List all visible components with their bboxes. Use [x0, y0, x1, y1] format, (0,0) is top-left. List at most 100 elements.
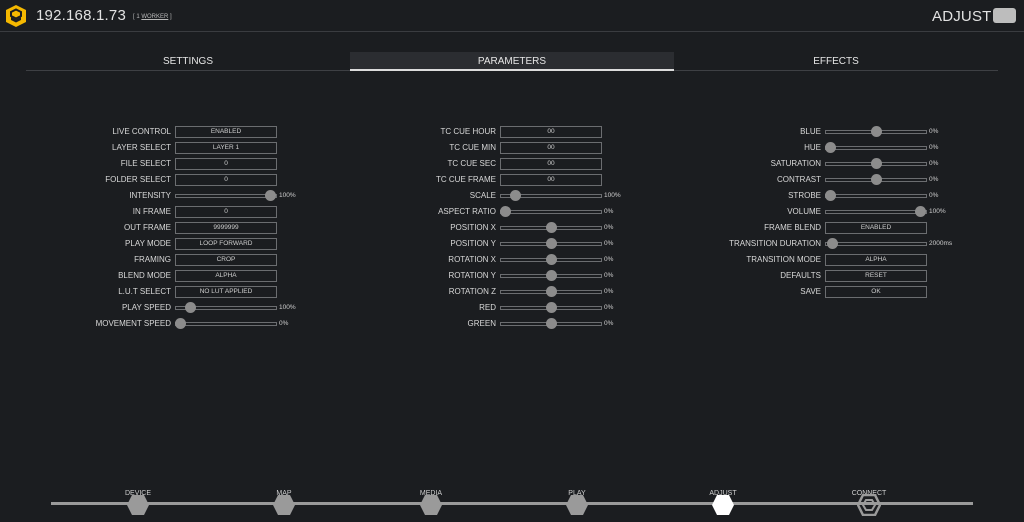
device-hex-icon[interactable]: [126, 494, 150, 516]
transition-duration-label-wrap: TRANSITION DURATION: [661, 238, 821, 250]
play-mode-field[interactable]: LOOP FORWARD: [175, 238, 277, 250]
hue-slider-track[interactable]: [825, 146, 927, 150]
transition-mode-field[interactable]: ALPHA: [825, 254, 927, 266]
layer-select-label: LAYER SELECT: [112, 143, 171, 152]
play-speed-slider-handle[interactable]: [184, 302, 196, 313]
worker-count: [ 1 WORKER ]: [133, 14, 172, 20]
green-slider-handle[interactable]: [545, 318, 557, 329]
worker-link[interactable]: WORKER: [141, 14, 168, 20]
strobe-value: 0%: [929, 192, 939, 199]
live-control-label-wrap: LIVE CONTROL: [11, 126, 171, 138]
tc-cue-frame-field[interactable]: 00: [500, 174, 602, 186]
movement-speed-slider[interactable]: [174, 318, 277, 330]
movement-speed-slider-handle[interactable]: [174, 318, 186, 329]
in-frame-field[interactable]: 0: [175, 206, 277, 218]
position-x-value: 0%: [604, 224, 614, 231]
position-x-slider-handle[interactable]: [545, 222, 557, 233]
tc-cue-frame-label: TC CUE FRAME: [436, 175, 496, 184]
contrast-slider[interactable]: [825, 174, 927, 186]
transition-duration-slider-handle[interactable]: [826, 238, 838, 249]
tab-parameters[interactable]: PARAMETERS: [350, 52, 674, 71]
tab-effects[interactable]: EFFECTS: [674, 52, 998, 71]
file-select-field[interactable]: 0: [175, 158, 277, 170]
saturation-slider-handle[interactable]: [870, 158, 882, 169]
save-field[interactable]: OK: [825, 286, 927, 298]
position-y-value: 0%: [604, 240, 614, 247]
out-frame-label: OUT FRAME: [124, 223, 171, 232]
intensity-slider-track[interactable]: [175, 194, 277, 198]
tc-cue-frame-label-wrap: TC CUE FRAME: [336, 174, 496, 186]
scale-slider[interactable]: [500, 190, 602, 202]
frame-blend-field[interactable]: ENABLED: [825, 222, 927, 234]
hue-slider-handle[interactable]: [824, 142, 836, 153]
red-slider-handle[interactable]: [545, 302, 557, 313]
rotation-y-value: 0%: [604, 272, 614, 279]
shield-logo-icon[interactable]: [4, 4, 28, 28]
volume-slider-handle[interactable]: [915, 206, 927, 217]
contrast-label-wrap: CONTRAST: [661, 174, 821, 186]
scale-value: 100%: [604, 192, 621, 199]
media-hex-icon[interactable]: [419, 494, 443, 516]
transition-duration-slider[interactable]: [825, 238, 927, 250]
out-frame-field[interactable]: 9999999: [175, 222, 277, 234]
play-hex-icon[interactable]: [565, 494, 589, 516]
blend-mode-field[interactable]: ALPHA: [175, 270, 277, 282]
hue-slider[interactable]: [824, 142, 927, 154]
rotation-x-slider[interactable]: [500, 254, 602, 266]
contrast-slider-handle[interactable]: [870, 174, 882, 185]
aspect-ratio-slider[interactable]: [499, 206, 602, 218]
play-speed-slider[interactable]: [175, 302, 277, 314]
folder-select-field[interactable]: 0: [175, 174, 277, 186]
rotation-y-slider-handle[interactable]: [545, 270, 557, 281]
l-u-t-select-field[interactable]: NO LUT APPLIED: [175, 286, 277, 298]
connect-hex-icon[interactable]: [857, 494, 881, 516]
position-x-slider[interactable]: [500, 222, 602, 234]
red-slider[interactable]: [500, 302, 602, 314]
top-bar: 192.168.1.73 [ 1 WORKER ] ADJUST: [0, 0, 1024, 32]
rotation-x-slider-handle[interactable]: [545, 254, 557, 265]
blue-slider-handle[interactable]: [870, 126, 882, 137]
position-y-slider-handle[interactable]: [545, 238, 557, 249]
strobe-slider-handle[interactable]: [824, 190, 836, 201]
rotation-y-slider[interactable]: [500, 270, 602, 282]
rotation-z-slider[interactable]: [500, 286, 602, 298]
aspect-ratio-slider-track[interactable]: [500, 210, 602, 214]
volume-slider-track[interactable]: [825, 210, 927, 214]
live-control-field[interactable]: ENABLED: [175, 126, 277, 138]
transition-duration-label: TRANSITION DURATION: [729, 239, 821, 248]
framing-label-wrap: FRAMING: [11, 254, 171, 266]
framing-field[interactable]: CROP: [175, 254, 277, 266]
strobe-slider-track[interactable]: [825, 194, 927, 198]
strobe-slider[interactable]: [824, 190, 927, 202]
green-slider[interactable]: [500, 318, 602, 330]
saturation-slider[interactable]: [825, 158, 927, 170]
tc-cue-hour-field[interactable]: 00: [500, 126, 602, 138]
green-label: GREEN: [467, 319, 496, 328]
menu-toggle-icon[interactable]: [993, 8, 1016, 23]
transition-mode-label: TRANSITION MODE: [746, 255, 821, 264]
rotation-x-label: ROTATION X: [448, 255, 496, 264]
tc-cue-sec-field[interactable]: 00: [500, 158, 602, 170]
tab-settings[interactable]: SETTINGS: [26, 52, 350, 71]
defaults-label: DEFAULTS: [780, 271, 821, 280]
aspect-ratio-slider-handle[interactable]: [499, 206, 511, 217]
blend-mode-label-wrap: BLEND MODE: [11, 270, 171, 282]
volume-slider[interactable]: [825, 206, 927, 218]
intensity-slider-handle[interactable]: [265, 190, 277, 201]
intensity-slider[interactable]: [175, 190, 277, 202]
defaults-field[interactable]: RESET: [825, 270, 927, 282]
movement-speed-value: 0%: [279, 320, 289, 327]
movement-speed-slider-track[interactable]: [175, 322, 277, 326]
position-y-slider[interactable]: [500, 238, 602, 250]
blue-slider[interactable]: [825, 126, 927, 138]
map-hex-icon[interactable]: [272, 494, 296, 516]
defaults-label-wrap: DEFAULTS: [661, 270, 821, 282]
tc-cue-min-field[interactable]: 00: [500, 142, 602, 154]
rotation-z-slider-handle[interactable]: [545, 286, 557, 297]
strobe-label-wrap: STROBE: [661, 190, 821, 202]
scale-slider-handle[interactable]: [509, 190, 521, 201]
transition-duration-slider-track[interactable]: [825, 242, 927, 246]
adjust-hex-icon[interactable]: [711, 494, 735, 516]
movement-speed-label-wrap: MOVEMENT SPEED: [11, 318, 171, 330]
layer-select-field[interactable]: LAYER 1: [175, 142, 277, 154]
